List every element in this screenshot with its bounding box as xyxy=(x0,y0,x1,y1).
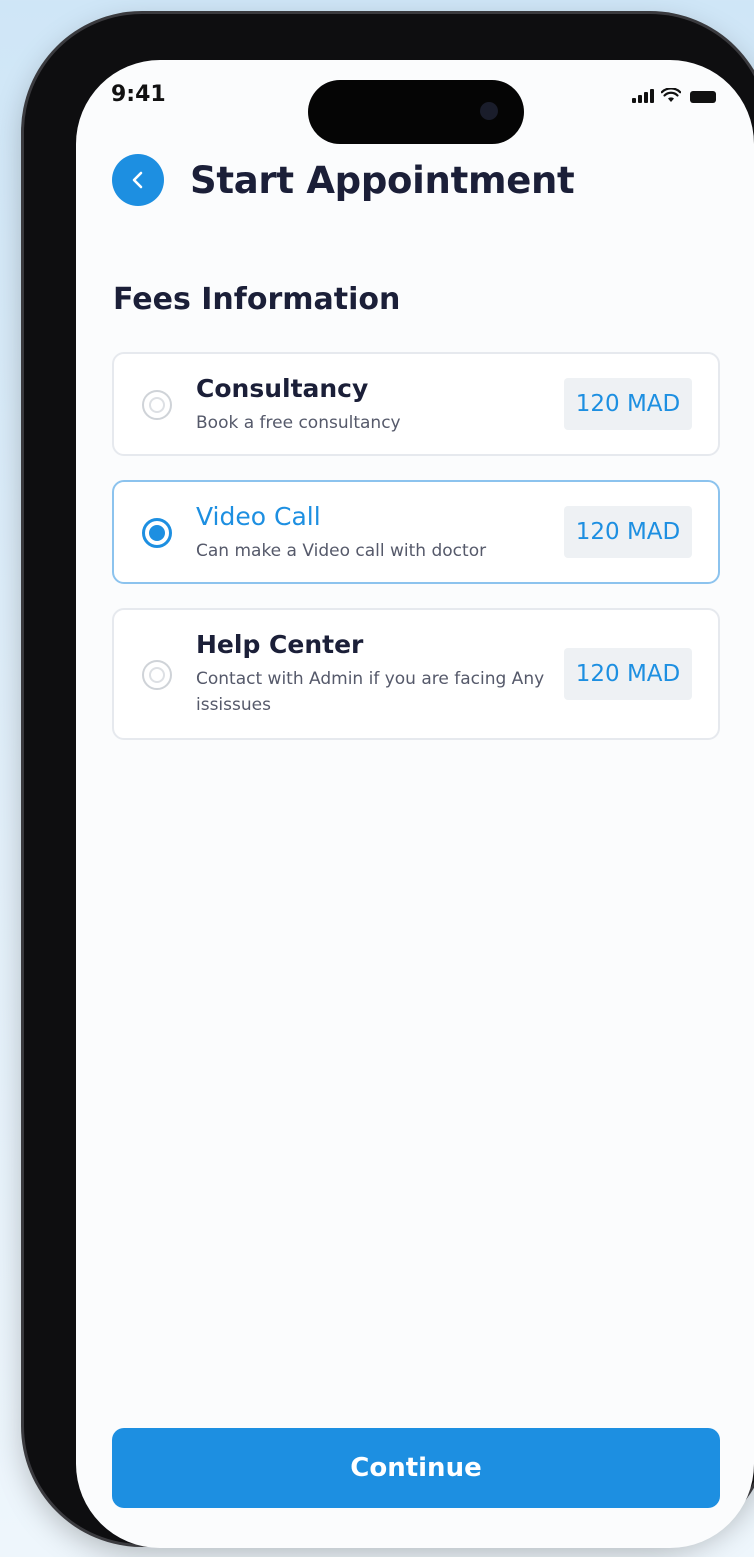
status-time: 9:41 xyxy=(111,82,166,107)
camera-icon xyxy=(480,102,498,120)
option-title: Consultancy xyxy=(196,374,369,403)
phone-frame: 9:41 Start Appointment Fees Information … xyxy=(24,14,754,1548)
radio-button-selected[interactable] xyxy=(142,518,172,548)
page-title: Start Appointment xyxy=(190,158,575,202)
section-title: Fees Information xyxy=(113,282,401,317)
option-description: Can make a Video call with doctor xyxy=(196,541,487,561)
battery-icon xyxy=(690,91,716,103)
option-description: Contact with Admin if you are facing Any… xyxy=(196,669,545,715)
status-icons xyxy=(632,88,716,103)
continue-button[interactable]: Continue xyxy=(112,1428,720,1508)
app-screen: 9:41 Start Appointment Fees Information … xyxy=(76,60,754,1548)
fee-option-consultancy[interactable]: Consultancy Book a free consultancy 120 … xyxy=(112,352,720,456)
option-title: Help Center xyxy=(196,630,364,659)
radio-button[interactable] xyxy=(142,390,172,420)
price-badge: 120 MAD xyxy=(564,506,692,558)
signal-icon xyxy=(632,89,654,103)
price-badge: 120 MAD xyxy=(564,648,692,700)
option-title: Video Call xyxy=(196,502,321,531)
fee-option-video-call[interactable]: Video Call Can make a Video call with do… xyxy=(112,480,720,584)
dynamic-island xyxy=(308,80,524,144)
option-description: Book a free consultancy xyxy=(196,413,401,433)
header: Start Appointment xyxy=(112,154,575,206)
chevron-left-icon xyxy=(132,171,143,189)
radio-button[interactable] xyxy=(142,660,172,690)
back-button[interactable] xyxy=(112,154,164,206)
wifi-icon xyxy=(661,88,681,102)
price-badge: 120 MAD xyxy=(564,378,692,430)
fee-option-help-center[interactable]: Help Center Contact with Admin if you ar… xyxy=(112,608,720,740)
